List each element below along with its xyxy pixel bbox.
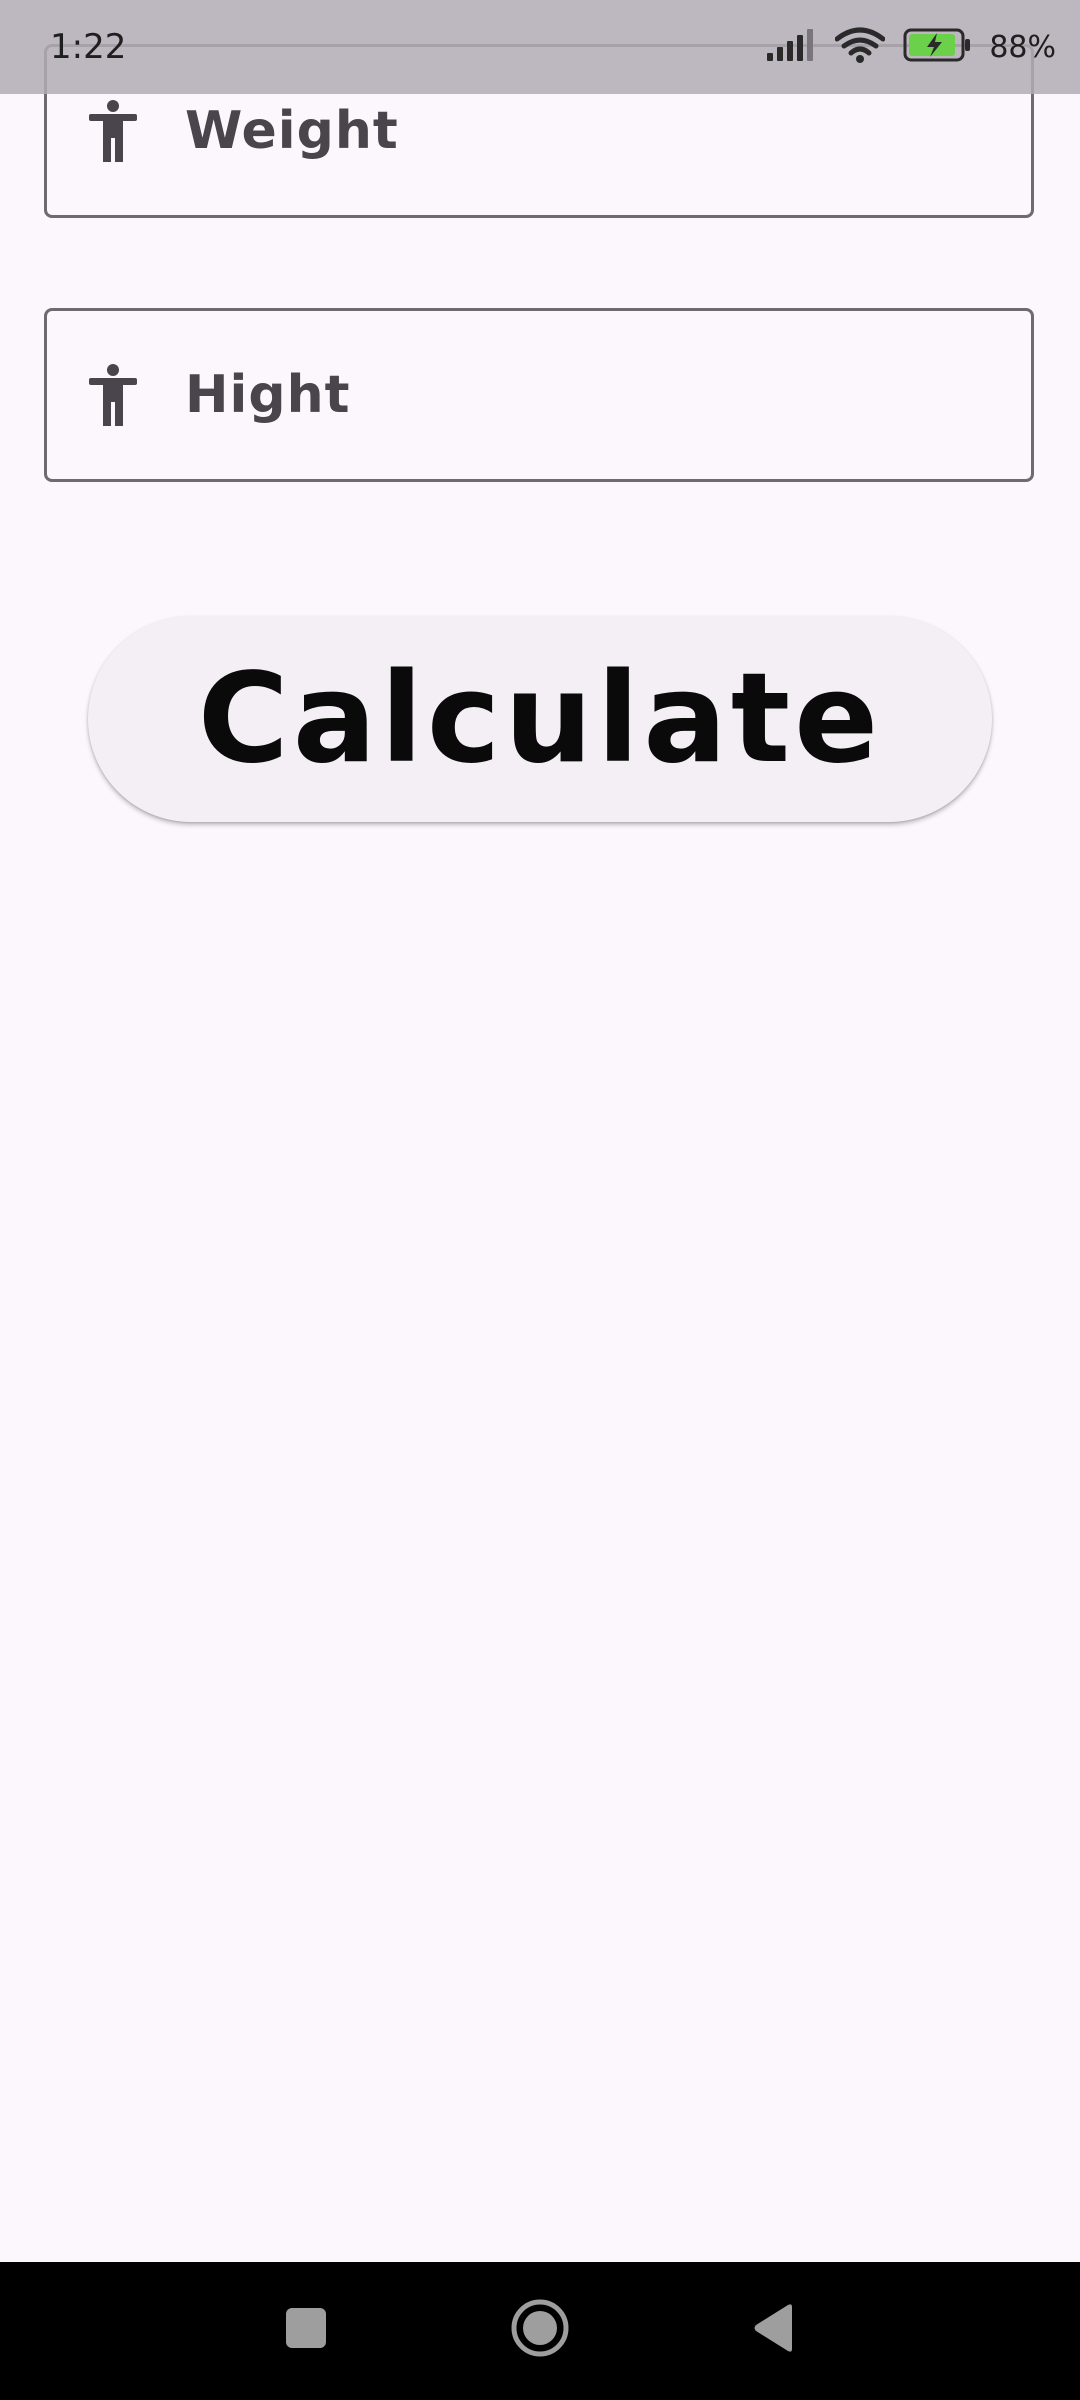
accessibility-person-icon xyxy=(85,363,141,427)
accessibility-person-icon xyxy=(85,99,141,163)
height-placeholder: Hight xyxy=(185,365,351,425)
battery-charging-icon xyxy=(903,28,971,66)
calculate-button[interactable]: Calculate xyxy=(88,616,992,822)
recents-square-icon xyxy=(284,2306,328,2354)
cellular-signal-icon xyxy=(765,29,817,65)
status-bar: 1:22 88% xyxy=(0,0,1080,94)
status-time: 1:22 xyxy=(50,27,127,67)
back-button[interactable] xyxy=(734,2290,814,2370)
battery-percent: 88% xyxy=(989,29,1056,65)
app-screen: Weight Hight Calculate 1:22 88% xyxy=(0,0,1080,2400)
home-circle-icon xyxy=(510,2298,570,2362)
height-input[interactable]: Hight xyxy=(44,308,1034,482)
recents-button[interactable] xyxy=(266,2290,346,2370)
home-button[interactable] xyxy=(500,2290,580,2370)
calculate-button-label: Calculate xyxy=(197,647,883,791)
back-triangle-icon xyxy=(752,2303,796,2357)
status-icons: 88% xyxy=(765,27,1056,67)
weight-placeholder: Weight xyxy=(185,101,399,161)
wifi-icon xyxy=(834,27,886,67)
navigation-bar xyxy=(0,2262,1080,2400)
